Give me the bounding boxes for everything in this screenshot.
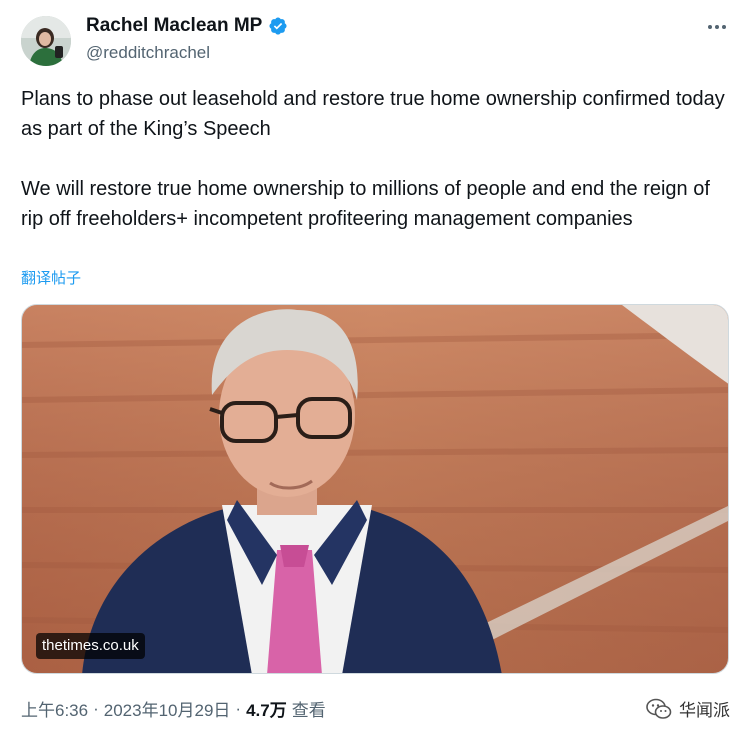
- tweet-date[interactable]: 2023年10月29日: [104, 696, 231, 721]
- author-handle[interactable]: @redditchrachel: [86, 43, 210, 63]
- views-label: 查看: [291, 701, 326, 720]
- more-options-icon[interactable]: [702, 16, 732, 38]
- separator-dot: ·: [93, 698, 99, 718]
- tweet-metadata: 上午6:36 · 2023年10月29日 · 4.7万 查看: [21, 696, 326, 721]
- tweet-card: Rachel Maclean MP @redditchrachel Plans …: [0, 0, 752, 740]
- tweet-text: Plans to phase out leasehold and restore…: [21, 84, 726, 234]
- link-domain-badge[interactable]: thetimes.co.uk: [36, 633, 145, 659]
- profile-avatar[interactable]: [21, 16, 71, 66]
- author-name-row: Rachel Maclean MP: [86, 15, 288, 37]
- tweet-media-image[interactable]: [21, 304, 729, 674]
- author-display-name[interactable]: Rachel Maclean MP: [86, 15, 262, 37]
- watermark-label: 华闻派: [679, 701, 730, 720]
- tweet-paragraph-2: We will restore true home ownership to m…: [21, 178, 710, 230]
- verified-badge-icon: [269, 17, 287, 35]
- translate-post-link[interactable]: 翻译帖子: [21, 267, 81, 288]
- article-photo: [22, 305, 728, 673]
- watermark: 华闻派: [645, 696, 730, 721]
- wechat-icon: [646, 698, 672, 719]
- tweet-paragraph-1: Plans to phase out leasehold and restore…: [21, 88, 725, 140]
- avatar-image: [21, 16, 71, 66]
- tweet-time[interactable]: 上午6:36: [21, 696, 88, 721]
- separator-dot: ·: [235, 698, 242, 718]
- views-count[interactable]: 4.7万: [246, 696, 287, 721]
